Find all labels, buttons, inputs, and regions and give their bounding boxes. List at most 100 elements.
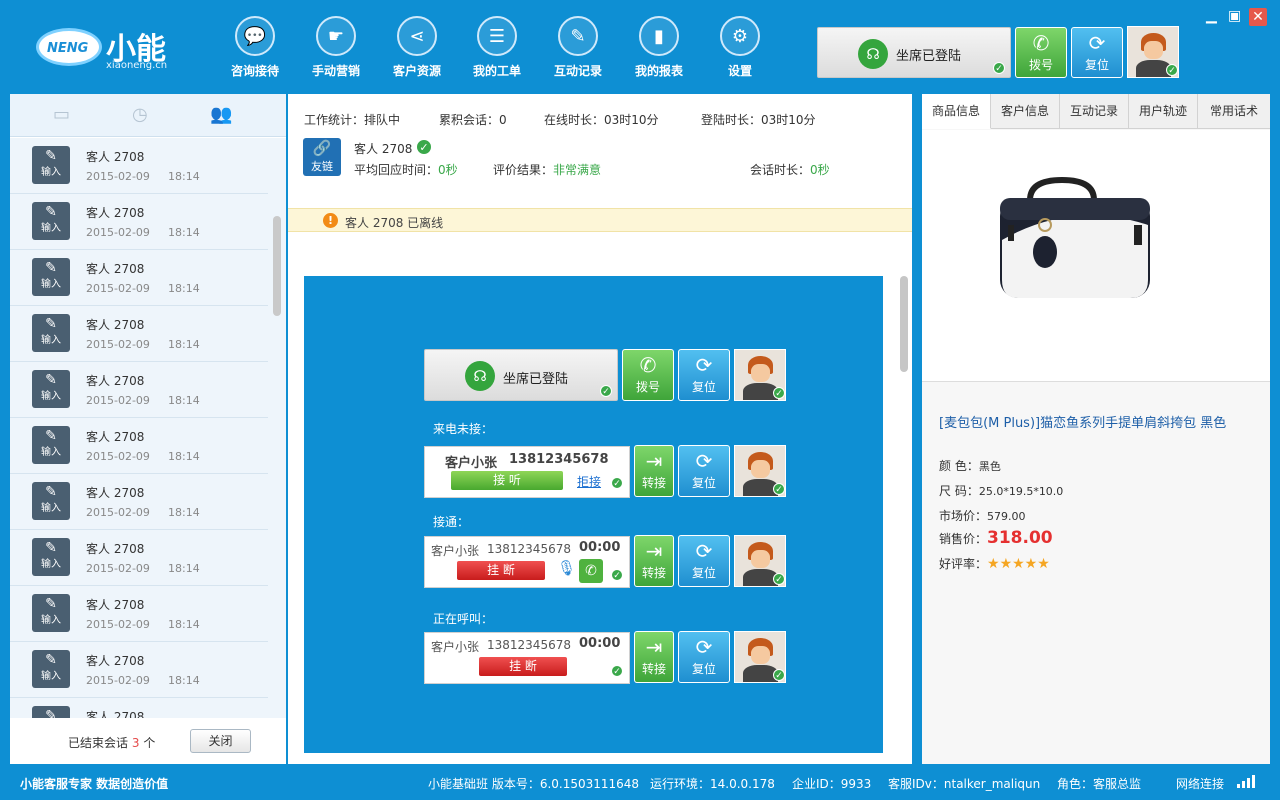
- maximize-icon[interactable]: ▣: [1228, 8, 1241, 24]
- refresh-icon: ⟳: [695, 449, 713, 473]
- caller-phone: 13812345678: [509, 452, 609, 467]
- session-time: 18:14: [168, 674, 200, 687]
- notice-text: 客人 2708 已离线: [345, 216, 444, 230]
- role: 角色：客服总监: [1057, 777, 1142, 791]
- product-color: 颜 色：黑色: [939, 459, 1001, 473]
- guest-name: 客人 2708: [354, 142, 413, 156]
- avg-reply: 平均回应时间：0秒: [354, 163, 458, 177]
- list-item[interactable]: ✎ 输入 客人 2708 2015-02-09 18:14: [10, 194, 268, 250]
- nav-label: 手动营销: [311, 64, 360, 78]
- reset-button[interactable]: ⟳ 复位: [1071, 27, 1123, 78]
- reject-link[interactable]: 拒接: [577, 473, 601, 490]
- list-item[interactable]: ✎ 输入 客人 2708 2015-02-09 18:14: [10, 306, 268, 362]
- dial-button[interactable]: ✆ 拨号: [1015, 27, 1067, 78]
- nav-label: 我的报表: [634, 64, 683, 78]
- tab-phrases[interactable]: 常用话术: [1198, 94, 1270, 129]
- chat-scrollbar[interactable]: [900, 276, 908, 372]
- session-time: 18:14: [168, 282, 200, 295]
- ended-count: 3: [131, 736, 140, 750]
- list-item[interactable]: ✎ 输入 客人 2708 2015-02-09 18:14: [10, 250, 268, 306]
- agent-avatar[interactable]: ✓: [1127, 26, 1179, 78]
- list-item[interactable]: ✎ 输入 客人 2708 2015-02-09 18:14: [10, 418, 268, 474]
- caller-name: 客户小张: [431, 544, 480, 558]
- nav-settings[interactable]: ⚙ 设置: [700, 16, 780, 79]
- pencil-icon: ✎输入: [32, 426, 70, 464]
- nav-reports[interactable]: ▮ 我的报表: [619, 16, 699, 79]
- reset-button-missed[interactable]: ⟳ 复位: [678, 445, 730, 497]
- session-scrollbar[interactable]: [273, 216, 281, 316]
- users-tab-icon[interactable]: 👥: [210, 104, 232, 125]
- caller-phone: 13812345678: [487, 542, 571, 556]
- list-item[interactable]: ✎ 输入 客人 2708 2015-02-09 18:14: [10, 362, 268, 418]
- network-status: 网络连接: [1176, 777, 1225, 791]
- list-item[interactable]: ✎ 输入 客人 2708 2015-02-09 18:14: [10, 586, 268, 642]
- work-stat: 工作统计：排队中: [304, 113, 401, 127]
- nav-customers[interactable]: ⋖ 客户资源: [377, 16, 457, 79]
- dial-label: 拨号: [1028, 58, 1053, 72]
- transfer-button[interactable]: ⇥ 转接: [634, 535, 674, 587]
- pencil-icon: ✎输入: [32, 314, 70, 352]
- avatar-connected[interactable]: ✓: [734, 535, 786, 587]
- phone-agent-status[interactable]: ☊ 坐席已登陆 ✓: [424, 349, 618, 401]
- check-icon: ✓: [611, 477, 623, 489]
- slogan: 小能客服专家 数据创造价值: [20, 777, 169, 791]
- offline-notice: ! 客人 2708 已离线: [288, 208, 912, 232]
- avatar-calling[interactable]: ✓: [734, 631, 786, 683]
- agent-status-box[interactable]: ☊ 坐席已登陆 ✓: [817, 27, 1011, 78]
- history-tab-icon[interactable]: ◷: [132, 104, 148, 125]
- phone-icon: ✆: [1032, 31, 1050, 55]
- list-item[interactable]: ✎ 输入 客人 2708 2015-02-09 18:14: [10, 138, 268, 194]
- tab-user-trail[interactable]: 用户轨迹: [1129, 94, 1198, 129]
- call-timer: 00:00: [579, 636, 621, 651]
- tab-customer[interactable]: 客户信息: [991, 94, 1060, 129]
- refresh-icon: ⟳: [695, 635, 713, 659]
- answer-button[interactable]: 接 听: [451, 471, 563, 490]
- product-image: [922, 130, 1270, 382]
- phone-icon[interactable]: ✆: [579, 559, 603, 583]
- class-info: 小能基础班 版本号：6.0.1503111648: [428, 777, 640, 791]
- chat-tab-icon[interactable]: ▭: [53, 104, 70, 125]
- share-icon: ⋖: [397, 16, 437, 56]
- minimize-icon[interactable]: ▁: [1206, 8, 1217, 24]
- session-name: 客人 2708: [86, 542, 145, 556]
- nav-marketing[interactable]: ☛ 手动营销: [296, 16, 376, 79]
- ended-sessions: 已结束会话 3 个: [68, 736, 156, 750]
- nav-label: 设置: [727, 64, 752, 78]
- nav-consult[interactable]: 💬 咨询接待: [215, 16, 295, 79]
- logo-bubble-icon: NENG: [36, 28, 102, 66]
- close-button[interactable]: 关闭: [190, 729, 251, 753]
- product-name[interactable]: [麦包包(M Plus)]猫恋鱼系列手提单肩斜挎包 黑色: [939, 412, 1226, 431]
- check-icon: ✓: [600, 385, 612, 397]
- link-button[interactable]: 🔗 友链: [303, 138, 341, 176]
- phone-status-label: 坐席已登陆: [503, 372, 569, 387]
- phone-icon: ✆: [639, 353, 657, 377]
- phone-avatar[interactable]: ✓: [734, 349, 786, 401]
- list-item[interactable]: ✎输入 客人 2708: [10, 698, 268, 718]
- nav-tickets[interactable]: ☰ 我的工单: [457, 16, 537, 79]
- transfer-button[interactable]: ⇥ 转接: [634, 445, 674, 497]
- avatar-missed[interactable]: ✓: [734, 445, 786, 497]
- session-date: 2015-02-09: [86, 562, 150, 575]
- transfer-button[interactable]: ⇥ 转接: [634, 631, 674, 683]
- missed-call-label: 来电未接：: [433, 422, 494, 436]
- list-item[interactable]: ✎ 输入 客人 2708 2015-02-09 18:14: [10, 642, 268, 698]
- hangup-button[interactable]: 挂 断: [457, 561, 545, 580]
- session-time: 18:14: [168, 170, 200, 183]
- phone-dial-button[interactable]: ✆ 拨号: [622, 349, 674, 401]
- tab-interactions[interactable]: 互动记录: [1060, 94, 1129, 129]
- list-item[interactable]: ✎ 输入 客人 2708 2015-02-09 18:14: [10, 530, 268, 586]
- hangup-button[interactable]: 挂 断: [479, 657, 567, 676]
- microphone-icon[interactable]: 🎙: [557, 559, 576, 577]
- agent-id: 客服IDv：ntalker_maliqun: [888, 777, 1041, 791]
- nav-interactions[interactable]: ✎ 互动记录: [538, 16, 618, 79]
- pencil-icon: ✎输入: [32, 258, 70, 296]
- reset-button-connected[interactable]: ⟳ 复位: [678, 535, 730, 587]
- list-item[interactable]: ✎ 输入 客人 2708 2015-02-09 18:14: [10, 474, 268, 530]
- phone-reset-button[interactable]: ⟳ 复位: [678, 349, 730, 401]
- tab-product[interactable]: 商品信息: [922, 94, 991, 129]
- session-time: 18:14: [168, 618, 200, 631]
- reset-button-calling[interactable]: ⟳ 复位: [678, 631, 730, 683]
- link-icon: 🔗: [312, 139, 332, 157]
- close-icon[interactable]: ✕: [1249, 8, 1267, 26]
- session-name: 客人 2708: [86, 262, 145, 276]
